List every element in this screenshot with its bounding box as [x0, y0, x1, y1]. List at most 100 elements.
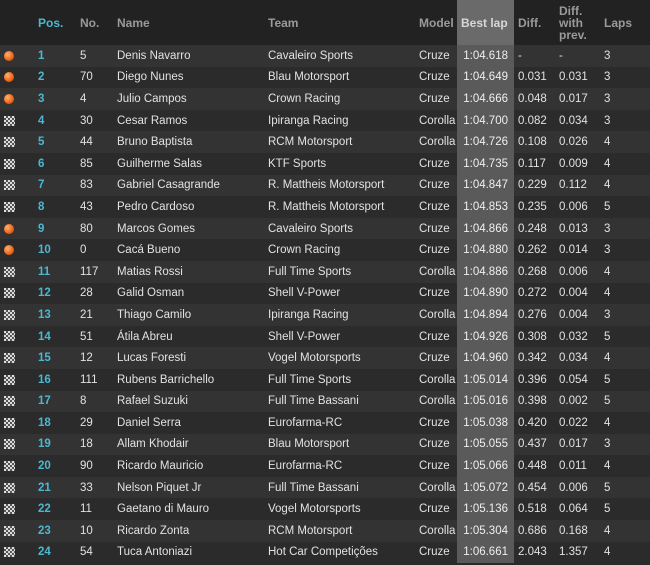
model-column-header[interactable]: Model	[415, 0, 457, 45]
pos-cell: 9	[38, 222, 45, 235]
name-column-header[interactable]: Name	[113, 0, 264, 45]
pos-cell: 8	[38, 200, 45, 213]
diff-prev-cell: -	[559, 49, 563, 62]
diff-cell: 0.342	[518, 352, 547, 365]
model-cell: Cruze	[419, 330, 450, 343]
table-row: 21 33 Nelson Piquet Jr Full Time Bassani Cor…	[0, 476, 650, 499]
best-lap-cell: 1:04.666	[457, 88, 514, 110]
row-icon-cell	[0, 88, 34, 110]
team-cell: Ipiranga Racing	[268, 308, 349, 321]
pos-cell: 7	[38, 179, 45, 192]
team-cell: Eurofarma-RC	[268, 460, 343, 473]
pos-cell: 14	[38, 330, 51, 343]
model-cell: Corolla	[419, 524, 456, 537]
model-cell: Cruze	[419, 92, 450, 105]
model-cell: Corolla	[419, 136, 456, 149]
best-lap-cell: 1:04.894	[457, 304, 514, 326]
laps-cell: 5	[604, 373, 611, 386]
table-row: 17 8 Rafael Suzuki Full Time Bassani Corolla…	[0, 390, 650, 413]
diff-prev-column-header[interactable]: Diff. with prev.	[555, 0, 600, 45]
timing-table: Pos. No. Name Team Model Best lap Diff. …	[0, 0, 650, 564]
diff-prev-cell: 0.034	[559, 114, 588, 127]
laps-cell: 3	[604, 114, 611, 127]
checkered-flag-icon	[4, 115, 15, 126]
laps-cell: 5	[604, 200, 611, 213]
orange-dot-icon	[4, 72, 14, 83]
team-cell: RCM Motorsport	[268, 524, 353, 537]
model-cell: Cruze	[419, 352, 450, 365]
pos-cell: 24	[38, 546, 51, 559]
checkered-flag-icon	[4, 266, 15, 277]
laps-column-header[interactable]: Laps	[600, 0, 650, 45]
number-cell: 5	[80, 49, 87, 62]
orange-dot-icon	[4, 245, 14, 256]
driver-name-cell: Guilherme Salas	[117, 157, 203, 170]
table-row: 10 0 Cacá Bueno Crown Racing Cruze 1:04.880 0.…	[0, 239, 650, 261]
diff-prev-cell: 0.014	[559, 244, 588, 257]
orange-dot-icon	[4, 93, 14, 104]
pos-cell: 17	[38, 395, 51, 408]
number-cell: 28	[80, 287, 93, 300]
laps-cell: 3	[604, 244, 611, 257]
laps-cell: 4	[604, 546, 611, 559]
table-row: 12 28 Galid Osman Shell V-Power Cruze 1:04.89…	[0, 282, 650, 305]
best-lap-cell: 1:04.853	[457, 196, 514, 218]
icon-column-header	[0, 0, 34, 45]
diff-cell: 0.268	[518, 265, 547, 278]
driver-name-cell: Daniel Serra	[117, 416, 181, 429]
number-cell: 80	[80, 222, 93, 235]
row-icon-cell	[0, 175, 34, 197]
table-row: 4 30 Cesar Ramos Ipiranga Racing Corolla 1:04…	[0, 109, 650, 132]
laps-cell: 3	[604, 308, 611, 321]
diff-cell: -	[518, 49, 522, 62]
pos-cell: 18	[38, 416, 51, 429]
driver-name-cell: Rafael Suzuki	[117, 395, 188, 408]
team-column-header[interactable]: Team	[264, 0, 415, 45]
number-column-header[interactable]: No.	[76, 0, 113, 45]
diff-prev-cell: 0.054	[559, 373, 588, 386]
team-cell: R. Mattheis Motorsport	[268, 179, 385, 192]
laps-cell: 4	[604, 287, 611, 300]
best-lap-cell: 1:04.866	[457, 217, 514, 240]
orange-dot-icon	[4, 50, 14, 61]
driver-name-cell: Thiago Camilo	[117, 308, 192, 321]
team-cell: KTF Sports	[268, 157, 327, 170]
driver-name-cell: Gaetano di Mauro	[117, 503, 210, 516]
diff-cell: 0.235	[518, 200, 547, 213]
model-cell: Cruze	[419, 438, 450, 451]
model-cell: Corolla	[419, 265, 456, 278]
number-cell: 85	[80, 157, 93, 170]
row-icon-cell	[0, 261, 34, 283]
diff-column-header[interactable]: Diff.	[514, 0, 555, 45]
diff-prev-cell: 0.032	[559, 330, 588, 343]
best-lap-column-header[interactable]: Best lap	[457, 0, 514, 45]
table-row: 22 11 Gaetano di Mauro Vogel Motorsports Cru…	[0, 498, 650, 521]
driver-name-cell: Bruno Baptista	[117, 136, 193, 149]
best-lap-cell: 1:05.055	[457, 433, 514, 456]
diff-prev-cell: 0.006	[559, 265, 588, 278]
diff-cell: 0.248	[518, 222, 547, 235]
checkered-flag-icon	[4, 180, 15, 191]
table-row: 9 80 Marcos Gomes Cavaleiro Sports Cruze 1:04…	[0, 217, 650, 240]
pos-column-header[interactable]: Pos.	[34, 0, 76, 45]
diff-cell: 0.031	[518, 71, 547, 84]
table-row: 8 43 Pedro Cardoso R. Mattheis Motorsport Cr…	[0, 196, 650, 218]
diff-prev-cell: 0.004	[559, 287, 588, 300]
table-row: 19 18 Allam Khodair Blau Motorsport Cruze 1:0…	[0, 433, 650, 456]
number-cell: 117	[80, 265, 99, 278]
pos-cell: 13	[38, 308, 51, 321]
driver-name-cell: Ricardo Mauricio	[117, 460, 204, 473]
driver-name-cell: Tuca Antoniazi	[117, 546, 193, 559]
row-icon-cell	[0, 369, 34, 391]
team-cell: Full Time Bassani	[268, 481, 359, 494]
team-cell: Shell V-Power	[268, 330, 341, 343]
diff-cell: 0.448	[518, 460, 547, 473]
driver-name-cell: Ricardo Zonta	[117, 524, 190, 537]
row-icon-cell	[0, 498, 34, 520]
number-cell: 12	[80, 352, 93, 365]
diff-cell: 0.272	[518, 287, 547, 300]
laps-cell: 4	[604, 136, 611, 149]
best-lap-cell: 1:06.661	[457, 541, 514, 564]
model-cell: Cruze	[419, 244, 450, 257]
number-cell: 90	[80, 460, 93, 473]
